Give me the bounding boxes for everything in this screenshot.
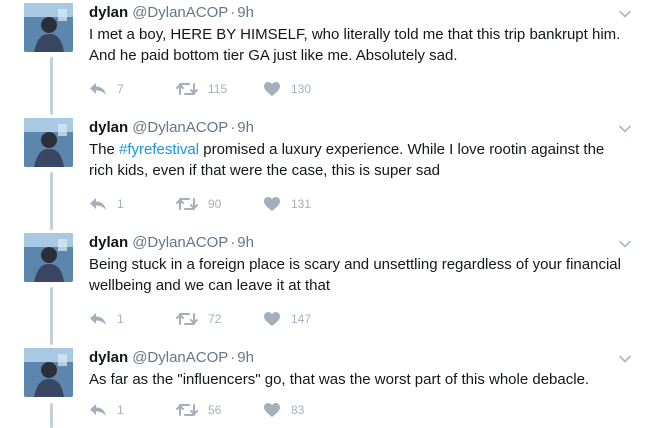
tweet[interactable]: dylan @DylanACOP · 9h The #fyrefestival pro…: [0, 118, 650, 218]
like-button[interactable]: 147: [263, 310, 311, 328]
user-handle[interactable]: @DylanACOP: [132, 349, 228, 366]
tweet-actions: 1 90 131: [89, 195, 629, 213]
retweet-icon: [176, 313, 198, 325]
display-name[interactable]: dylan: [89, 119, 128, 136]
tweet-actions: 1 72 147: [89, 310, 629, 328]
tweet-header: dylan @DylanACOP · 9h: [89, 3, 254, 23]
like-count: 147: [291, 312, 312, 326]
tweet-text-part: Being stuck in a foreign place is scary …: [89, 256, 621, 294]
tweet-text-part: As far as the "influencers" go, that was…: [89, 371, 590, 388]
retweet-button[interactable]: 115: [176, 80, 227, 98]
reply-icon: [90, 404, 106, 416]
like-count: 83: [291, 403, 305, 417]
like-button[interactable]: 130: [263, 80, 311, 98]
avatar[interactable]: [24, 118, 73, 167]
reply-button[interactable]: 1: [89, 195, 124, 213]
tweet-text-part: The: [89, 141, 120, 158]
reply-button[interactable]: 7: [89, 80, 124, 98]
reply-icon: [90, 313, 106, 325]
like-button[interactable]: 131: [263, 195, 311, 213]
chevron-down-icon[interactable]: [618, 352, 632, 366]
reply-icon: [90, 198, 106, 210]
retweet-count: 56: [208, 403, 222, 417]
like-button[interactable]: 83: [263, 401, 304, 419]
display-name[interactable]: dylan: [89, 349, 128, 366]
reply-button[interactable]: 1: [89, 310, 124, 328]
chevron-down-icon[interactable]: [618, 122, 632, 136]
chevron-down-icon[interactable]: [618, 237, 632, 251]
avatar[interactable]: [24, 233, 73, 282]
retweet-count: 72: [208, 312, 222, 326]
tweet-header: dylan @DylanACOP · 9h: [89, 118, 254, 138]
timestamp[interactable]: 9h: [237, 4, 254, 21]
display-name[interactable]: dylan: [89, 234, 128, 251]
separator-dot: ·: [230, 119, 236, 136]
tweet-text: I met a boy, HERE BY HIMSELF, who litera…: [89, 24, 629, 66]
retweet-count: 115: [208, 82, 228, 96]
heart-icon: [264, 82, 280, 96]
retweet-icon: [176, 83, 198, 95]
heart-icon: [264, 197, 280, 211]
tweet[interactable]: dylan @DylanACOP · 9h As far as the "influe…: [0, 348, 650, 426]
reply-count: 1: [117, 197, 124, 211]
separator-dot: ·: [230, 4, 236, 21]
retweet-icon: [176, 404, 198, 416]
tweet-text-part: I met a boy, HERE BY HIMSELF, who litera…: [89, 26, 621, 64]
avatar[interactable]: [24, 348, 73, 397]
timestamp[interactable]: 9h: [237, 234, 254, 251]
tweet-text: As far as the "influencers" go, that was…: [89, 369, 629, 390]
tweet-actions: 1 56 83: [89, 401, 629, 419]
retweet-button[interactable]: 72: [176, 310, 221, 328]
tweet[interactable]: dylan @DylanACOP · 9h Being stuck in a fore…: [0, 233, 650, 333]
separator-dot: ·: [230, 349, 236, 366]
reply-count: 7: [117, 82, 124, 96]
retweet-button[interactable]: 90: [176, 195, 221, 213]
tweet[interactable]: dylan @DylanACOP · 9h I met a boy, HERE BY …: [0, 3, 650, 103]
user-handle[interactable]: @DylanACOP: [132, 234, 228, 251]
retweet-count: 90: [208, 197, 222, 211]
reply-icon: [90, 83, 106, 95]
tweet-text: Being stuck in a foreign place is scary …: [89, 254, 629, 296]
user-handle[interactable]: @DylanACOP: [132, 119, 228, 136]
like-count: 130: [291, 82, 312, 96]
hashtag-link[interactable]: #fyrefestival: [119, 141, 199, 158]
heart-icon: [264, 403, 280, 417]
display-name[interactable]: dylan: [89, 4, 128, 21]
tweet-header: dylan @DylanACOP · 9h: [89, 348, 254, 368]
tweet-actions: 7 115 130: [89, 80, 629, 98]
timestamp[interactable]: 9h: [237, 119, 254, 136]
timestamp[interactable]: 9h: [237, 349, 254, 366]
tweet-header: dylan @DylanACOP · 9h: [89, 233, 254, 253]
separator-dot: ·: [230, 234, 236, 251]
reply-button[interactable]: 1: [89, 401, 124, 419]
retweet-button[interactable]: 56: [176, 401, 221, 419]
chevron-down-icon[interactable]: [618, 7, 632, 21]
heart-icon: [264, 312, 280, 326]
avatar[interactable]: [24, 3, 73, 52]
like-count: 131: [291, 197, 312, 211]
tweet-text: The #fyrefestival promised a luxury expe…: [89, 139, 629, 181]
user-handle[interactable]: @DylanACOP: [132, 4, 228, 21]
reply-count: 1: [117, 312, 124, 326]
retweet-icon: [176, 198, 198, 210]
reply-count: 1: [117, 403, 124, 417]
